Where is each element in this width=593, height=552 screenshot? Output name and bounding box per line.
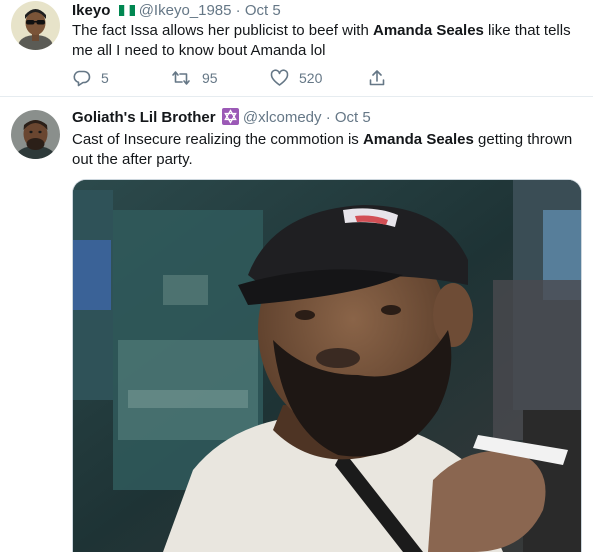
retweet-icon (172, 71, 190, 85)
tweet[interactable]: Ikeyo @Ikeyo_1985 · Oct 5 The fact Issa … (0, 0, 593, 97)
retweet-button[interactable]: 95 (170, 68, 218, 88)
display-name[interactable]: Ikeyo (72, 2, 110, 19)
video-frame (73, 180, 581, 552)
separator: · (235, 2, 241, 19)
retweet-count: 95 (202, 70, 218, 86)
star-of-david-icon (221, 108, 239, 125)
tweet-header: Goliath's Lil Brother @xlcomedy · Oct 5 (72, 108, 371, 128)
text-segment: The fact Issa allows her publicist to be… (72, 22, 373, 39)
reply-count: 5 (101, 70, 109, 86)
avatar[interactable] (11, 110, 60, 159)
highlighted-term: Amanda Seales (372, 22, 484, 39)
tweet-text: The fact Issa allows her publicist to be… (72, 21, 582, 61)
reply-button[interactable]: 5 (72, 68, 109, 88)
handle[interactable]: @Ikeyo_1985 (139, 2, 232, 19)
handle[interactable]: @xlcomedy (243, 109, 322, 126)
tweet-text: Cast of Insecure realizing the commotion… (72, 130, 582, 170)
timestamp[interactable]: Oct 5 (245, 2, 281, 19)
video-media[interactable] (72, 179, 582, 552)
display-name[interactable]: Goliath's Lil Brother (72, 109, 216, 126)
nigeria-flag-icon (118, 5, 135, 16)
timestamp[interactable]: Oct 5 (335, 109, 371, 126)
share-icon (369, 70, 385, 86)
tweet[interactable]: Goliath's Lil Brother @xlcomedy · Oct 5 … (0, 97, 593, 552)
reply-icon (73, 70, 91, 87)
highlighted-term: Amanda Seales (362, 131, 474, 148)
tweet-header: Ikeyo @Ikeyo_1985 · Oct 5 (72, 1, 281, 21)
avatar[interactable] (11, 1, 60, 50)
like-icon (270, 69, 289, 86)
separator: · (325, 109, 331, 126)
text-segment: Cast of Insecure realizing the commotion… (72, 131, 363, 148)
like-count: 520 (299, 70, 323, 86)
share-button[interactable] (368, 68, 386, 88)
like-button[interactable]: 520 (270, 68, 322, 88)
